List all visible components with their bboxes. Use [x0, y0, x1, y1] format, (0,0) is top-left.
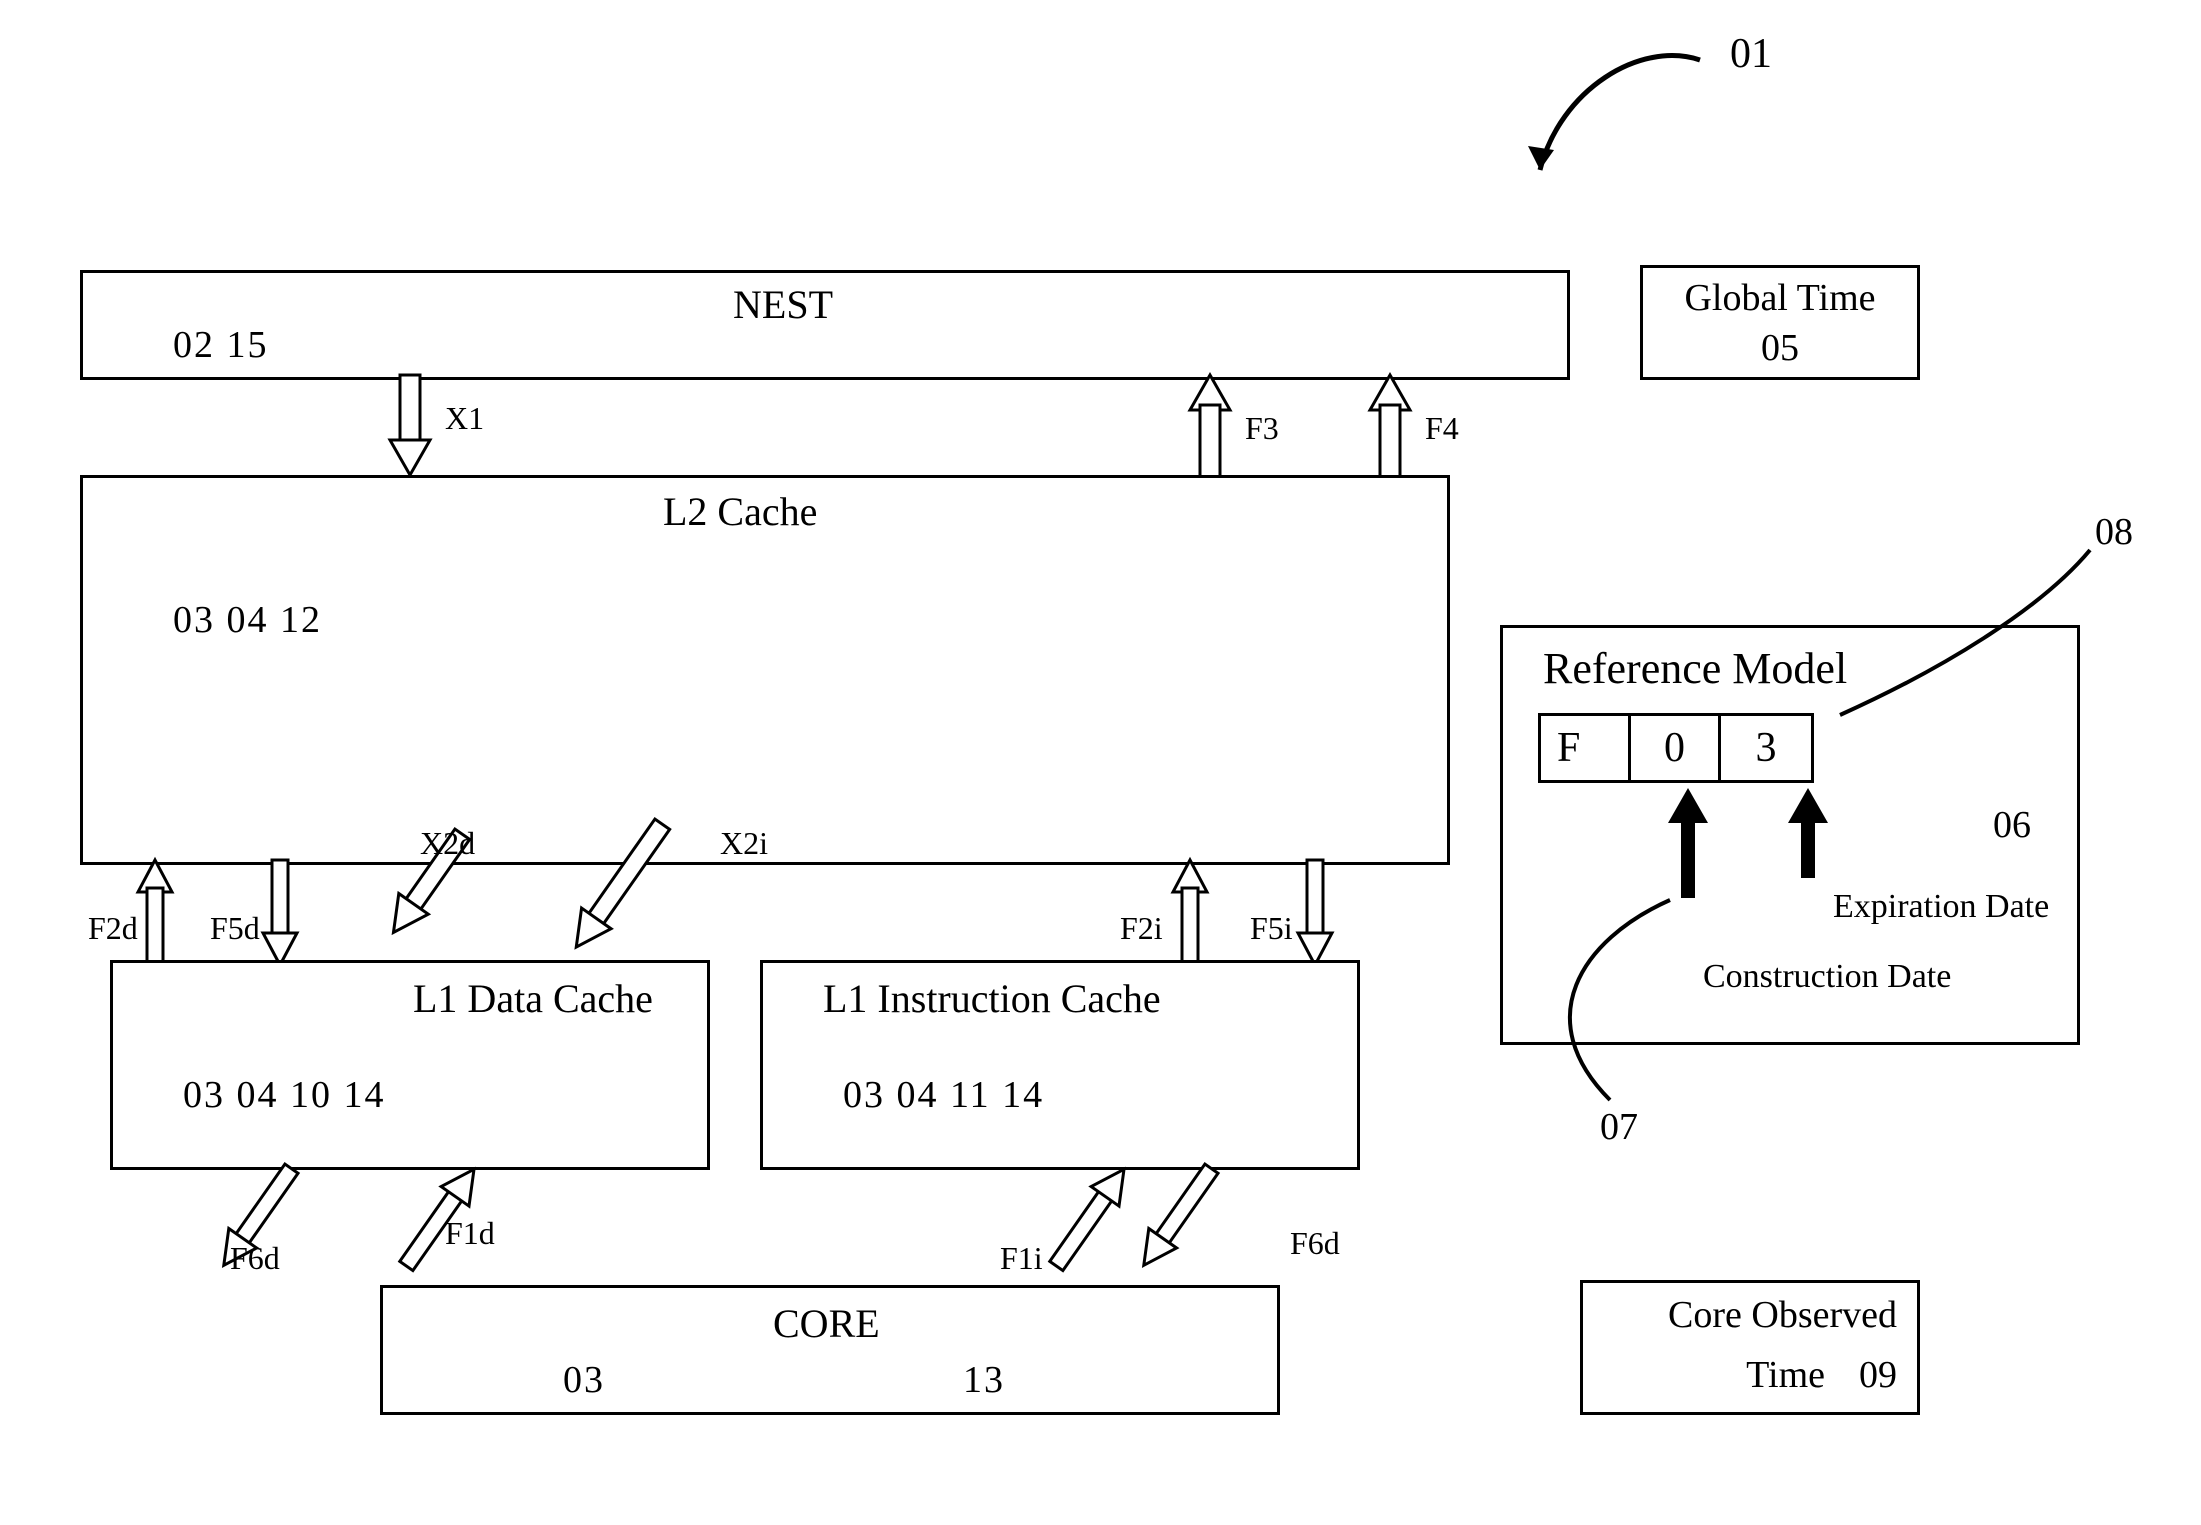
- nest-box: NEST 02 15: [80, 270, 1570, 380]
- ref-cell-f: F: [1541, 716, 1631, 780]
- arrow-f5i-label: F5i: [1250, 910, 1293, 947]
- arrow-x2i-label: X2i: [720, 825, 768, 862]
- arrow-f1i-label: F1i: [1000, 1240, 1043, 1277]
- core-observed-line2a: Time: [1746, 1354, 1825, 1396]
- expiration-label: Expiration Date: [1833, 888, 2049, 926]
- core-box: CORE 03 13: [380, 1285, 1280, 1415]
- arrow-f3: [1180, 375, 1240, 485]
- ref-cell-0: 0: [1631, 716, 1721, 780]
- l2-title: L2 Cache: [663, 488, 817, 535]
- arrow-f5d-label: F5d: [210, 910, 260, 947]
- ref-callout-08: 08: [2095, 510, 2133, 554]
- l1d-box: L1 Data Cache 03 04 10 14: [110, 960, 710, 1170]
- l2-nums: 03 04 12: [173, 598, 322, 642]
- arrow-f5i: [1290, 860, 1340, 970]
- arrow-f2i-label: F2i: [1120, 910, 1163, 947]
- core-observed-box: Core Observed Time 09: [1580, 1280, 1920, 1415]
- arrow-f6d-left-label: F6d: [230, 1240, 280, 1277]
- ref-model-table: F 0 3: [1538, 713, 1814, 783]
- arrow-x2d-label: X2d: [420, 825, 475, 862]
- arrow-f3-label: F3: [1245, 410, 1279, 447]
- core-nums-left: 03: [563, 1358, 605, 1402]
- construction-label: Construction Date: [1703, 958, 1951, 996]
- callout-01: 01: [1730, 30, 1772, 78]
- l2-box: L2 Cache 03 04 12: [80, 475, 1450, 865]
- global-time-line1: Global Time: [1643, 276, 1917, 320]
- ref-cell-3: 3: [1721, 716, 1811, 780]
- arrow-f4-label: F4: [1425, 410, 1459, 447]
- l1i-nums: 03 04 11 14: [843, 1073, 1044, 1117]
- nest-title: NEST: [733, 281, 833, 328]
- arrow-x1: [380, 375, 440, 485]
- arrow-f6d-left: [260, 1165, 400, 1305]
- ref-model-title: Reference Model: [1543, 643, 1847, 694]
- expiration-arrow-icon: [1783, 788, 1833, 888]
- l1i-box: L1 Instruction Cache 03 04 11 14: [760, 960, 1360, 1170]
- core-observed-line2b: 09: [1859, 1354, 1897, 1396]
- global-time-line2: 05: [1643, 326, 1917, 370]
- construction-arrow-icon: [1663, 788, 1713, 908]
- callout-08-line: [1840, 550, 2100, 720]
- arrow-f1d-label: F1d: [445, 1215, 495, 1252]
- global-time-box: Global Time 05: [1640, 265, 1920, 380]
- l1d-title: L1 Data Cache: [413, 975, 653, 1022]
- arrow-f2d-label: F2d: [88, 910, 138, 947]
- arrow-f4: [1360, 375, 1420, 485]
- arrow-f2i: [1165, 860, 1215, 970]
- core-observed-line1: Core Observed: [1668, 1293, 1897, 1337]
- arrow-f5d: [255, 860, 305, 970]
- core-title: CORE: [773, 1300, 880, 1347]
- arrow-f6d-right-label: F6d: [1290, 1225, 1340, 1262]
- callout-07-line: [1520, 900, 1700, 1110]
- l1i-title: L1 Instruction Cache: [823, 975, 1161, 1022]
- nest-nums: 02 15: [173, 323, 269, 367]
- l1d-nums: 03 04 10 14: [183, 1073, 386, 1117]
- ref-callout-07: 07: [1600, 1105, 1638, 1149]
- core-nums-right: 13: [963, 1358, 1005, 1402]
- ref-callout-06: 06: [1993, 803, 2031, 847]
- callout-01-arrow: [1460, 50, 1720, 210]
- arrow-x1-label: X1: [445, 400, 484, 437]
